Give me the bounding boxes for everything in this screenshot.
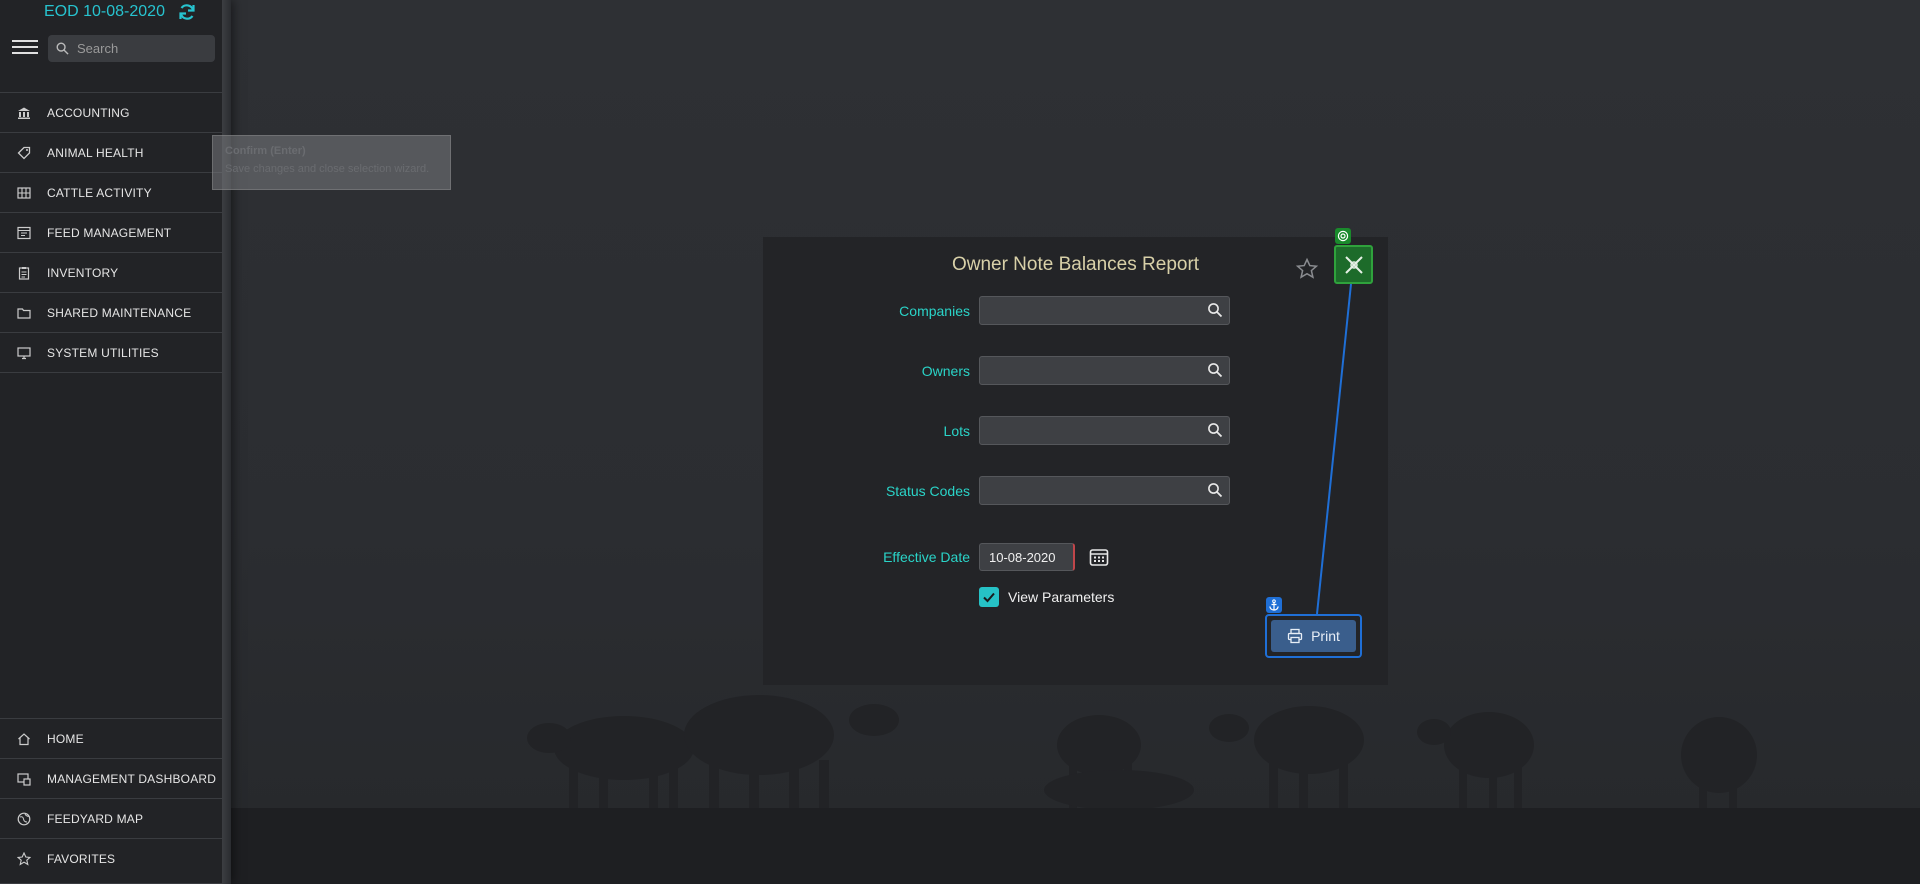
tag-icon (16, 145, 32, 161)
favorite-star-icon[interactable] (1295, 257, 1319, 281)
companies-label: Companies (899, 303, 970, 319)
search-icon[interactable] (1207, 362, 1223, 378)
sidebar-item-label: ANIMAL HEALTH (47, 145, 144, 160)
sidebar-item-management-dashboard[interactable]: MANAGEMENT DASHBOARD (0, 758, 229, 798)
search-icon[interactable] (1207, 482, 1223, 498)
globe-icon (16, 811, 32, 827)
search-icon[interactable] (1207, 422, 1223, 438)
hamburger-menu-icon[interactable] (12, 40, 38, 58)
lots-label: Lots (943, 423, 970, 439)
owners-input[interactable] (980, 357, 1190, 384)
confirm-tooltip: Confirm (Enter) Save changes and close s… (212, 135, 451, 190)
checkmark-icon (983, 592, 995, 603)
view-parameters-checkbox[interactable] (979, 587, 999, 607)
print-button[interactable]: Print (1271, 620, 1356, 652)
sidebar-item-label: FEEDYARD MAP (47, 811, 144, 826)
sidebar-item-system-utilities[interactable]: SYSTEM UTILITIES (0, 332, 229, 372)
lots-lookup[interactable] (979, 416, 1230, 445)
search-icon[interactable] (1207, 302, 1223, 318)
sidebar-item-label: MANAGEMENT DASHBOARD (47, 771, 217, 786)
sidebar-item-label: FAVORITES (47, 851, 116, 866)
status-codes-lookup[interactable] (979, 476, 1230, 505)
folder-icon (16, 305, 32, 321)
sidebar-item-feedyard-map[interactable]: FEEDYARD MAP (0, 798, 229, 838)
sidebar-item-cattle-activity[interactable]: CATTLE ACTIVITY (0, 172, 229, 212)
sidebar-item-inventory[interactable]: INVENTORY (0, 252, 229, 292)
sidebar-item-label: FEED MANAGEMENT (47, 225, 172, 240)
eod-date: EOD 10-08-2020 (44, 0, 197, 24)
star-icon (16, 851, 32, 867)
tooltip-title: Confirm (Enter) (225, 145, 306, 157)
status-codes-label: Status Codes (885, 483, 970, 499)
sidebar-item-label: INVENTORY (47, 265, 119, 280)
eod-label: EOD 10-08-2020 (44, 3, 165, 20)
anchor-icon[interactable] (1266, 597, 1282, 613)
sidebar-splitter[interactable] (222, 0, 231, 884)
sidebar-item-accounting[interactable]: ACCOUNTING (0, 92, 229, 132)
print-label: Print (1311, 628, 1340, 644)
close-wizard-button[interactable] (1334, 245, 1373, 284)
sidebar: EOD 10-08-2020 ACCOUNTING ANIMAL HE (0, 0, 229, 884)
refresh-icon[interactable] (177, 2, 197, 22)
monitor-icon (16, 345, 32, 361)
effective-date-label: Effective Date (883, 549, 970, 565)
clipboard-icon (16, 265, 32, 281)
sidebar-item-home[interactable]: HOME (0, 718, 229, 758)
owners-lookup[interactable] (979, 356, 1230, 385)
close-icon (1344, 255, 1363, 274)
view-parameters-label: View Parameters (1008, 589, 1115, 605)
companies-lookup[interactable] (979, 296, 1230, 325)
printer-icon (1287, 628, 1303, 644)
sidebar-item-label: HOME (47, 731, 84, 746)
print-button-frame: Print (1265, 614, 1362, 658)
sidebar-item-shared-maintenance[interactable]: SHARED MAINTENANCE (0, 292, 229, 332)
sidebar-item-label: CATTLE ACTIVITY (47, 185, 152, 200)
sidebar-item-animal-health[interactable]: ANIMAL HEALTH (0, 132, 229, 172)
feed-icon (16, 225, 32, 241)
companies-input[interactable] (980, 297, 1190, 324)
calendar-icon[interactable] (1088, 546, 1110, 568)
tooltip-text: Save changes and close selection wizard. (225, 163, 430, 175)
bottom-nav: HOME MANAGEMENT DASHBOARD FEEDYARD MAP F… (0, 718, 229, 884)
effective-date-input[interactable]: 10-08-2020 (979, 543, 1075, 571)
status-codes-input[interactable] (980, 477, 1190, 504)
search-box[interactable] (48, 35, 215, 62)
sidebar-item-label: SHARED MAINTENANCE (47, 305, 192, 320)
lots-input[interactable] (980, 417, 1190, 444)
bank-icon (16, 105, 32, 121)
sidebar-item-favorites[interactable]: FAVORITES (0, 838, 229, 878)
ground (229, 808, 1920, 884)
sidebar-item-label: ACCOUNTING (47, 105, 130, 120)
owners-label: Owners (921, 363, 970, 379)
main-nav: ACCOUNTING ANIMAL HEALTH CATTLE ACTIVITY… (0, 92, 229, 373)
search-icon (56, 42, 69, 55)
sidebar-item-feed-management[interactable]: FEED MANAGEMENT (0, 212, 229, 252)
dashboard-icon (16, 771, 32, 787)
grid-pen-icon (16, 185, 32, 201)
sidebar-item-label: SYSTEM UTILITIES (47, 345, 159, 360)
home-icon (16, 731, 32, 747)
target-marker-icon[interactable] (1335, 228, 1351, 244)
search-input[interactable] (77, 41, 197, 56)
